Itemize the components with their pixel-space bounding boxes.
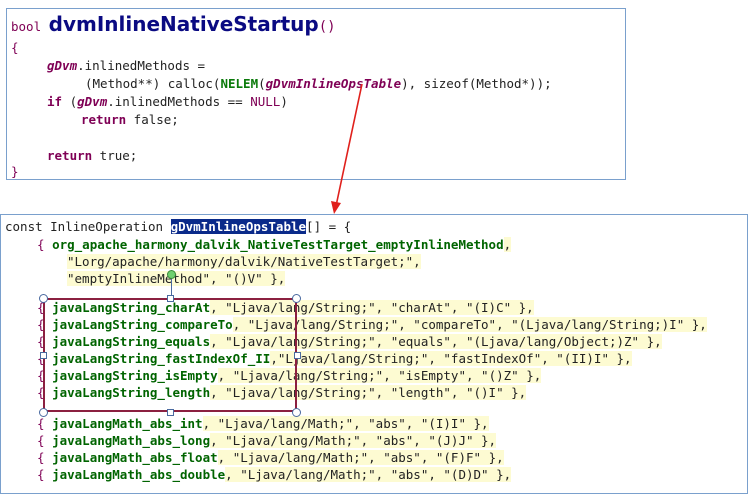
annotation-arrow bbox=[331, 83, 363, 214]
arrow-head bbox=[331, 201, 341, 214]
arrow-line bbox=[335, 83, 363, 207]
